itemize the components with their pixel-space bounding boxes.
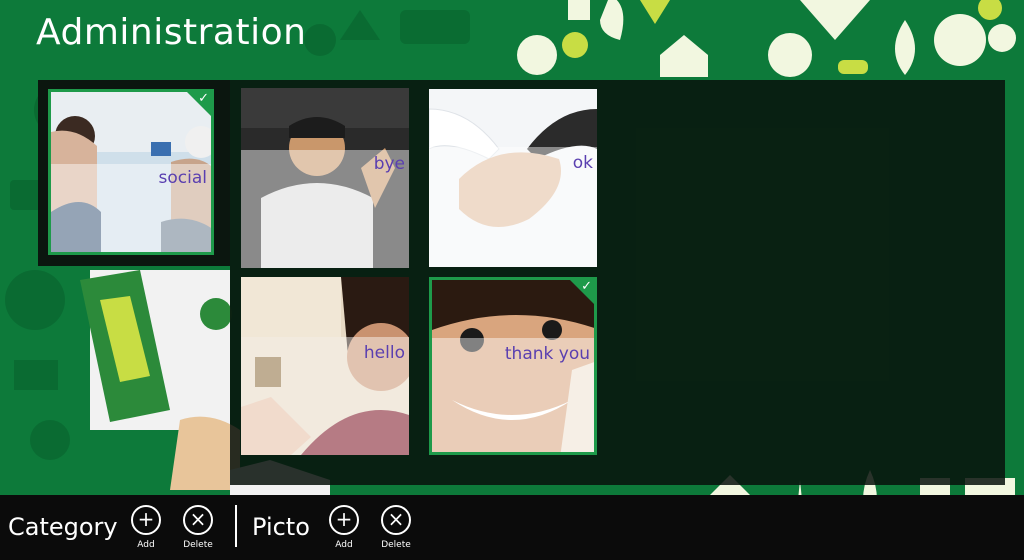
tile-label: social [158, 168, 207, 188]
picto-tile-hello[interactable]: hello [241, 277, 409, 455]
delete-caption: Delete [183, 540, 213, 550]
delete-icon: × [381, 505, 411, 535]
picto-section-label: Picto [252, 513, 310, 541]
delete-picto-button[interactable]: × Delete [374, 505, 418, 550]
app-bar-separator [235, 505, 237, 547]
delete-category-button[interactable]: × Delete [176, 505, 220, 550]
picto-tile-ok[interactable]: ok [429, 89, 597, 267]
category-section-label: Category [8, 513, 118, 541]
add-category-button[interactable]: + Add [124, 505, 168, 550]
app-bar: Category + Add × Delete Picto + Add × De… [0, 495, 1024, 560]
add-caption: Add [137, 540, 155, 550]
add-picto-button[interactable]: + Add [322, 505, 366, 550]
add-icon: + [131, 505, 161, 535]
tile-label: bye [373, 154, 405, 174]
add-caption: Add [335, 540, 353, 550]
add-icon: + [329, 505, 359, 535]
delete-icon: × [183, 505, 213, 535]
picto-tile-thank-you[interactable]: thank you ✓ [429, 277, 597, 455]
tile-label: ok [572, 153, 593, 173]
picto-tile-bye[interactable]: bye [241, 88, 409, 268]
delete-caption: Delete [381, 540, 411, 550]
tile-label: thank you [504, 344, 590, 364]
checkmark-icon: ✓ [581, 279, 592, 294]
tile-label: hello [363, 343, 405, 363]
category-tile-social[interactable]: social ✓ [48, 89, 214, 255]
page-title: Administration [36, 12, 307, 53]
checkmark-icon: ✓ [198, 91, 209, 106]
